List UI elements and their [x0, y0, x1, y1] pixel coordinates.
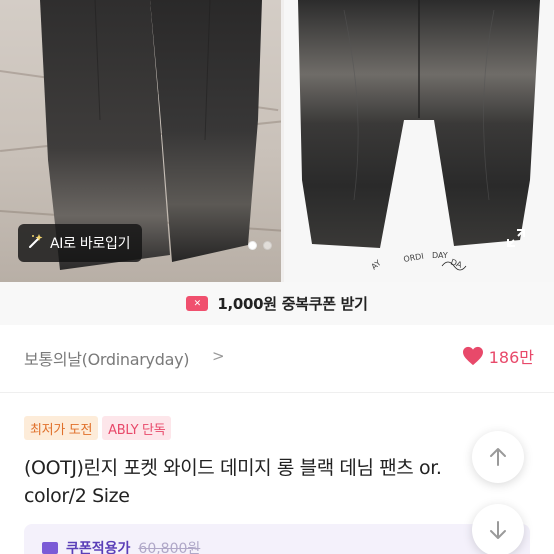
product-title: (OOTJ)린지 포켓 와이드 데미지 롱 블랙 데님 팬츠 or. color…	[24, 454, 484, 510]
carousel-dot[interactable]	[248, 241, 257, 250]
store-name-link[interactable]: 보통의날(Ordinaryday)	[24, 346, 189, 370]
svg-text:ORDI: ORDI	[403, 252, 425, 264]
carousel-indicator	[248, 241, 272, 250]
chevron-right-icon[interactable]: >	[212, 347, 225, 365]
product-image-carousel[interactable]: AY ORDI DAY DA AI로 바로입기	[0, 0, 554, 282]
coupon-icon	[42, 542, 58, 554]
coupon-icon: ✕	[186, 296, 209, 311]
scroll-up-button[interactable]	[472, 431, 524, 483]
lowest-price-badge: 최저가 도전	[24, 416, 99, 440]
coupon-price-label: 쿠폰적용가	[66, 541, 131, 554]
like-count: 186만	[488, 348, 534, 367]
carousel-dot[interactable]	[263, 241, 272, 250]
coupon-banner-text: 1,000원 중복쿠폰 받기	[217, 295, 368, 313]
product-title-line: color/2 Size	[24, 485, 130, 507]
arrow-down-icon	[490, 521, 506, 539]
ai-try-on-button[interactable]: AI로 바로입기	[18, 224, 143, 262]
product-badges: 최저가 도전 ABLY 단독	[24, 416, 172, 440]
coupon-price-value: 60,800원	[138, 541, 201, 554]
svg-text:AY: AY	[370, 258, 383, 271]
product-title-line: (OOTJ)린지 포켓 와이드 데미지 롱 블랙 데님 팬츠 or.	[24, 457, 442, 479]
scroll-down-button[interactable]	[472, 504, 524, 554]
expand-icon[interactable]	[505, 227, 527, 249]
store-row: 보통의날(Ordinaryday) > 186만	[0, 330, 554, 386]
magic-wand-icon	[28, 233, 44, 253]
coupon-price-box[interactable]: 쿠폰적용가 60,800원	[24, 524, 530, 554]
heart-icon	[462, 346, 483, 366]
like-button[interactable]: 186만	[462, 344, 534, 368]
duplicate-coupon-banner[interactable]: ✕ 1,000원 중복쿠폰 받기	[0, 282, 554, 325]
ably-exclusive-badge: ABLY 단독	[102, 416, 172, 440]
ai-try-on-label: AI로 바로입기	[50, 236, 131, 252]
section-divider	[0, 392, 554, 393]
arrow-up-icon	[490, 448, 506, 466]
svg-text:DAY: DAY	[432, 251, 448, 260]
